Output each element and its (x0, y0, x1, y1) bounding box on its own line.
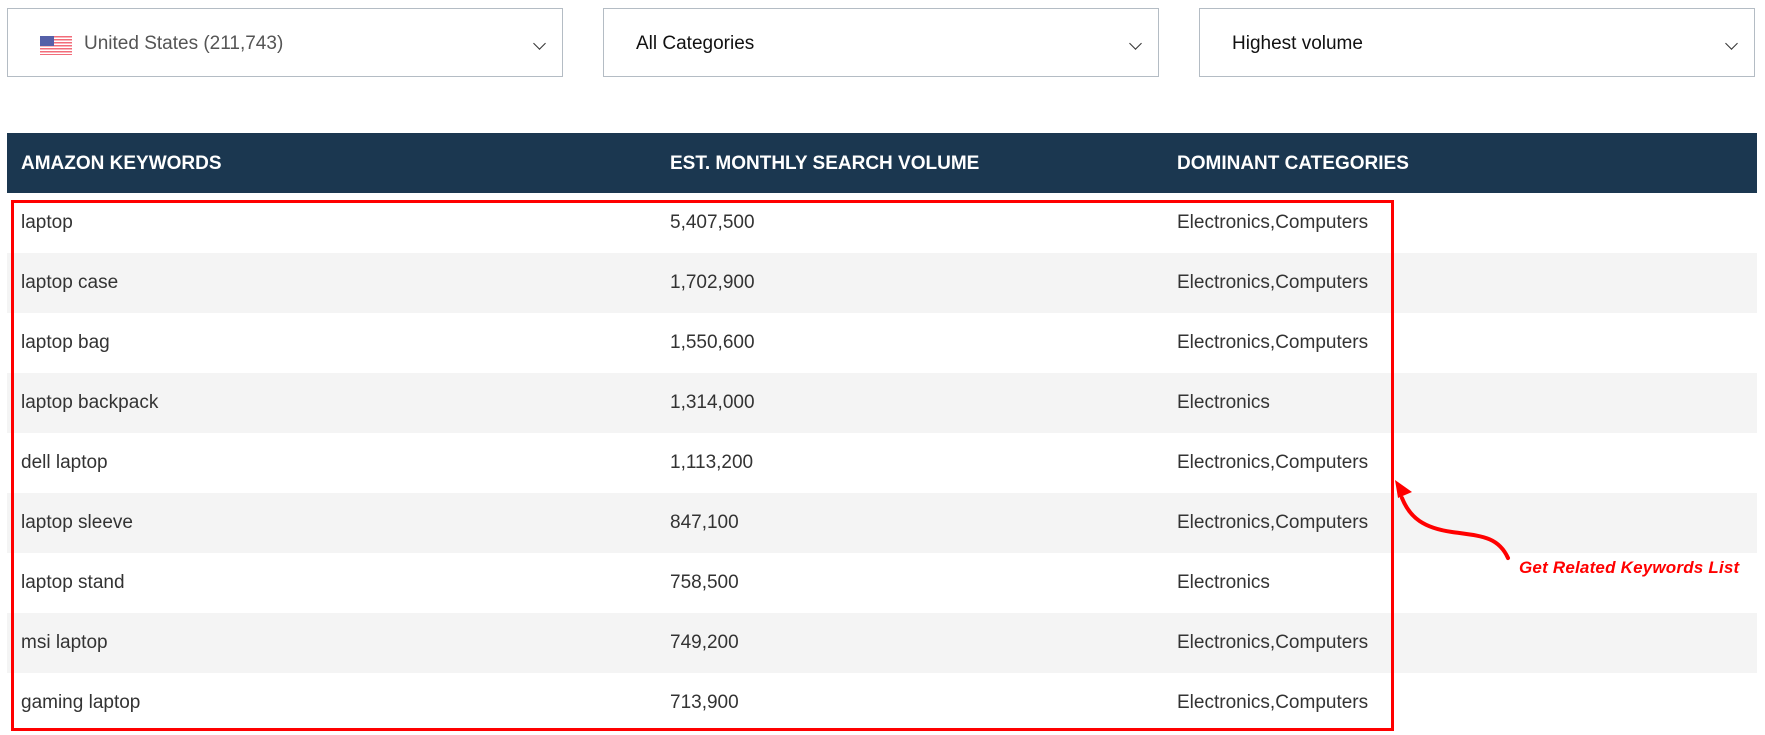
keyword-cell[interactable]: laptop bag (21, 332, 110, 354)
categories-cell: Electronics,Computers (1177, 692, 1369, 713)
table-row[interactable]: laptop backpack 1,314,000 Electronics (7, 373, 1757, 433)
search-volume-cell: 1,550,600 (670, 332, 755, 353)
categories-cell: Electronics,Computers (1177, 332, 1369, 353)
table-row[interactable]: laptop bag 1,550,600 Electronics,Computers (7, 313, 1757, 373)
keyword-cell[interactable]: laptop (21, 212, 73, 234)
keyword-cell[interactable]: laptop backpack (21, 392, 158, 414)
keyword-cell[interactable]: laptop case (21, 272, 118, 294)
search-volume-cell: 713,900 (670, 692, 739, 713)
us-flag-icon (40, 36, 72, 55)
chevron-down-icon (533, 37, 546, 50)
categories-cell: Electronics,Computers (1177, 212, 1369, 233)
header-keywords: AMAZON KEYWORDS (21, 153, 222, 174)
keyword-cell[interactable]: gaming laptop (21, 692, 140, 714)
table-row[interactable]: gaming laptop 713,900 Electronics,Computer… (7, 673, 1757, 733)
table-row[interactable]: laptop case 1,702,900 Electronics,Computer… (7, 253, 1757, 313)
search-volume-cell: 847,100 (670, 512, 739, 533)
search-volume-cell: 1,113,200 (670, 452, 754, 473)
categories-cell: Electronics (1177, 572, 1270, 593)
categories-cell: Electronics (1177, 392, 1270, 413)
keyword-cell[interactable]: dell laptop (21, 452, 108, 474)
categories-cell: Electronics,Computers (1177, 272, 1369, 293)
search-volume-cell: 1,702,900 (670, 272, 755, 293)
categories-cell: Electronics,Computers (1177, 632, 1369, 653)
header-categories: DOMINANT CATEGORIES (1177, 153, 1409, 174)
categories-cell: Electronics,Computers (1177, 452, 1369, 473)
header-search-volume: EST. MONTHLY SEARCH VOLUME (670, 153, 980, 174)
keyword-cell[interactable]: laptop sleeve (21, 512, 133, 534)
sort-dropdown[interactable]: Highest volume (1199, 8, 1755, 77)
search-volume-cell: 758,500 (670, 572, 739, 593)
table-row[interactable]: msi laptop 749,200 Electronics,Computers (7, 613, 1757, 673)
search-volume-cell: 5,407,500 (670, 212, 755, 233)
keyword-cell[interactable]: msi laptop (21, 632, 108, 654)
annotation-arrow-icon (1395, 480, 1510, 560)
country-dropdown[interactable]: United States (211,743) (7, 8, 563, 77)
categories-cell: Electronics,Computers (1177, 512, 1369, 533)
sort-dropdown-label: Highest volume (1232, 33, 1363, 54)
search-volume-cell: 749,200 (670, 632, 739, 653)
country-dropdown-label: United States (211,743) (84, 33, 284, 54)
keyword-cell[interactable]: laptop stand (21, 572, 125, 594)
chevron-down-icon (1129, 37, 1142, 50)
category-dropdown-label: All Categories (636, 33, 755, 54)
category-dropdown[interactable]: All Categories (603, 8, 1159, 77)
table-row[interactable]: laptop 5,407,500 Electronics,Computers (7, 193, 1757, 253)
annotation-text: Get Related Keywords List (1519, 558, 1740, 577)
search-volume-cell: 1,314,000 (670, 392, 755, 413)
table-header: AMAZON KEYWORDS EST. MONTHLY SEARCH VOLU… (7, 133, 1757, 193)
chevron-down-icon (1725, 37, 1738, 50)
